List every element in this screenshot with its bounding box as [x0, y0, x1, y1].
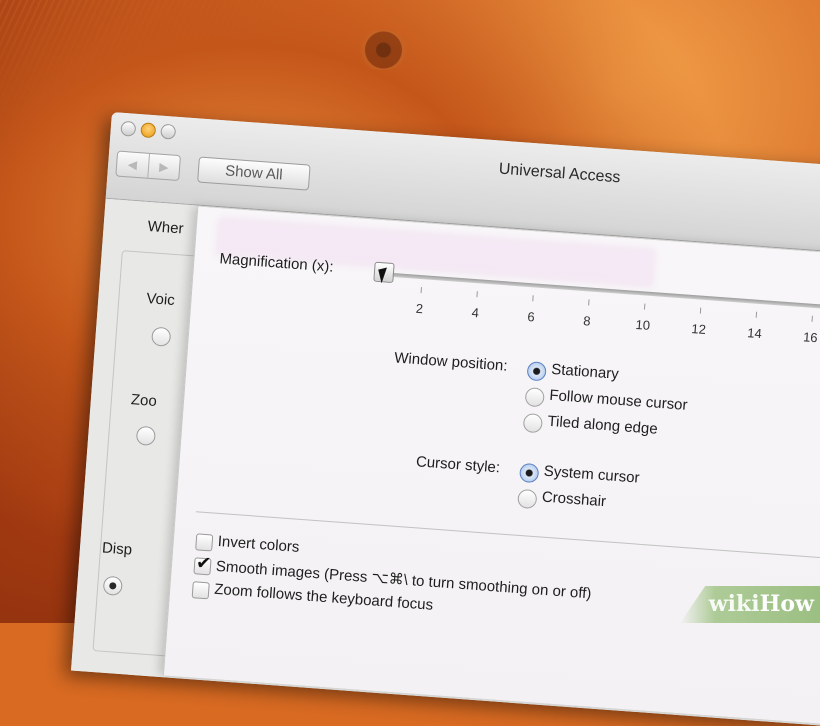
display-label: Disp — [101, 539, 133, 559]
tick-label-16: 16 — [802, 329, 819, 346]
zoom-label: Zoo — [130, 391, 158, 411]
slider-tick — [755, 311, 758, 318]
back-forward-control: ◀ ▶ — [115, 150, 182, 182]
zoom-follows-focus-checkbox[interactable] — [191, 581, 210, 600]
tick-label-6: 6 — [526, 309, 536, 325]
smooth-images-checkbox[interactable]: ✔ — [193, 552, 212, 576]
zoom-options-sheet: Magnification (x): 2 4 6 8 10 12 14 16 W… — [162, 206, 820, 726]
tick-label-2: 2 — [415, 300, 424, 317]
option-crosshair: Crosshair — [541, 488, 607, 511]
voiceover-label: Voic — [145, 290, 176, 310]
option-follow-mouse: Follow mouse cursor — [548, 386, 689, 414]
watermark-how: How — [759, 591, 814, 617]
invert-colors-checkbox[interactable] — [195, 533, 214, 552]
back-arrow-icon[interactable]: ◀ — [116, 151, 150, 178]
option-tiled-edge: Tiled along edge — [546, 412, 659, 438]
slider-tick — [420, 287, 423, 294]
tick-label-12: 12 — [690, 321, 707, 338]
slider-tick — [699, 307, 702, 314]
close-button[interactable] — [120, 120, 137, 137]
tick-label-4: 4 — [471, 304, 480, 321]
pane-header-text: Wher — [147, 217, 185, 238]
radio-stationary[interactable] — [526, 361, 547, 382]
invert-colors-label: Invert colors — [217, 532, 300, 556]
radio-system-cursor[interactable] — [519, 462, 540, 484]
forward-arrow-icon[interactable]: ▶ — [148, 154, 180, 180]
radio-crosshair[interactable] — [517, 488, 538, 510]
show-all-button[interactable]: Show All — [197, 156, 311, 191]
slider-tick — [643, 303, 646, 310]
tick-label-10: 10 — [635, 316, 651, 333]
zoom-button[interactable] — [160, 123, 177, 140]
minimize-button[interactable] — [140, 122, 157, 139]
cursor-style-label: Cursor style: — [415, 453, 501, 477]
scene: Universal Access ◀ ▶ Show All Wher Voic … — [0, 0, 820, 726]
tick-label-8: 8 — [582, 313, 592, 329]
radio-follow-mouse[interactable] — [524, 387, 545, 408]
option-stationary: Stationary — [550, 360, 620, 383]
watermark-wiki: wiki — [708, 591, 760, 617]
window-title: Universal Access — [498, 160, 621, 187]
slider-tick — [532, 295, 534, 302]
slider-tick — [476, 291, 478, 298]
slider-tick — [811, 315, 813, 322]
checkmark-icon: ✔ — [195, 552, 213, 575]
slider-tick — [588, 299, 590, 306]
option-system-cursor: System cursor — [543, 462, 641, 487]
tick-label-14: 14 — [746, 325, 763, 342]
radio-tiled-edge[interactable] — [522, 412, 544, 434]
window-position-label: Window position: — [393, 349, 509, 375]
universal-access-window: Universal Access ◀ ▶ Show All Wher Voic … — [70, 112, 820, 726]
